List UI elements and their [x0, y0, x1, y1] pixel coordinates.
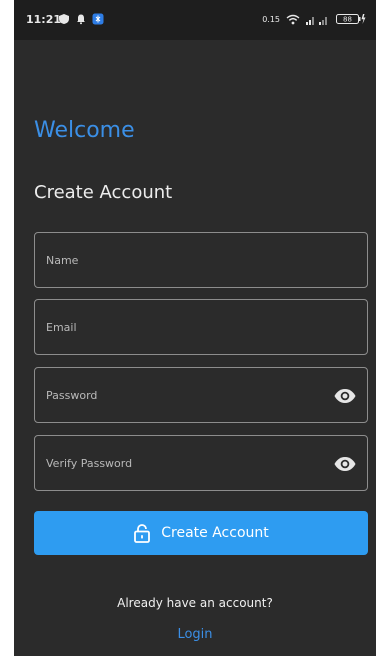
network-speed: 0.15: [262, 14, 280, 24]
email-field[interactable]: [34, 299, 368, 355]
eye-icon[interactable]: [333, 384, 357, 408]
name-field[interactable]: [34, 232, 368, 288]
phone-screen: 11:21 0.15 88 Welcome Create Account Nam…: [14, 0, 376, 656]
password-input[interactable]: [35, 368, 367, 422]
eye-icon[interactable]: [333, 452, 357, 476]
status-bar: 11:21 0.15 88: [14, 0, 376, 40]
shield-icon: [59, 14, 69, 24]
create-account-label: Create Account: [161, 525, 269, 541]
email-input[interactable]: [35, 300, 367, 354]
wifi-icon: [286, 14, 300, 24]
notification-icon: [77, 14, 85, 25]
verify-password-input[interactable]: [35, 436, 367, 490]
page-title: Create Account: [34, 182, 173, 203]
password-field[interactable]: [34, 367, 368, 423]
battery-icon: 88: [336, 14, 366, 24]
status-icons-left: [58, 11, 104, 27]
create-account-button[interactable]: Create Account: [34, 511, 368, 555]
status-icons-right: 0.15 88: [262, 11, 366, 27]
welcome-heading: Welcome: [34, 118, 135, 143]
login-link[interactable]: Login: [14, 627, 376, 642]
lock-icon: [134, 524, 151, 543]
already-have-account-text: Already have an account?: [117, 596, 273, 610]
name-input[interactable]: [35, 233, 367, 287]
app-icon: [92, 13, 104, 25]
battery-level: 88: [343, 16, 352, 24]
verify-password-field[interactable]: [34, 435, 368, 491]
signal-icon: [306, 16, 327, 25]
status-time: 11:21: [26, 13, 62, 26]
